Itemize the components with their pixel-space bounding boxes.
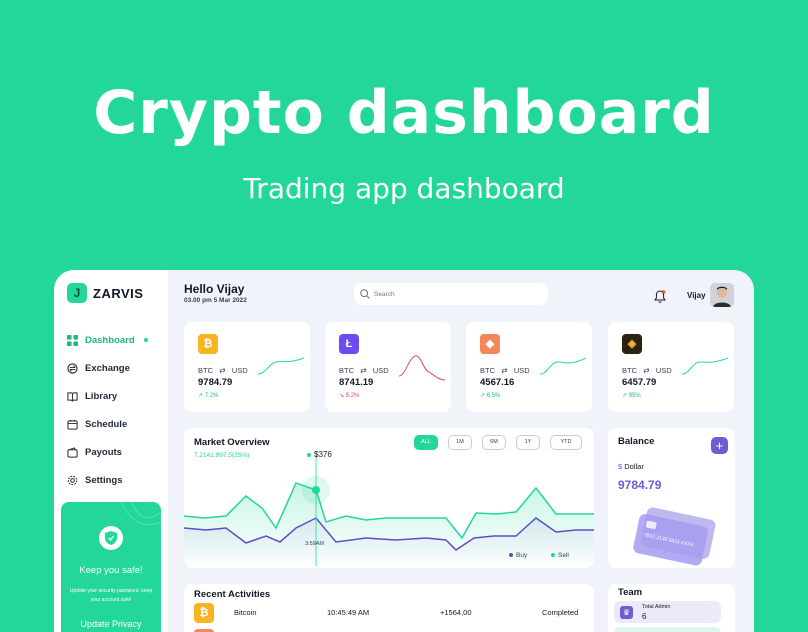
search-icon xyxy=(360,289,370,299)
bitcoin-icon: ₿ xyxy=(194,603,214,623)
sidebar-item-library[interactable]: Library xyxy=(67,382,148,410)
sidebar-nav: Dashboard Exchange Library Schedule Payo… xyxy=(67,326,148,494)
team-item-next xyxy=(614,627,721,632)
coin-card-1[interactable]: ₿ BTC ⇄ USD 9784.79 ↗ 7.2% xyxy=(184,322,310,412)
hero-subtitle: Trading app dashboard xyxy=(243,172,565,205)
recent-activities-panel: Recent Activities ₿ Bitcoin 10:45:49 AM … xyxy=(184,584,594,632)
avatar[interactable] xyxy=(710,283,734,307)
calendar-icon xyxy=(67,419,78,430)
logo-icon: J xyxy=(67,283,87,303)
binance-icon: ◈ xyxy=(622,334,642,354)
user-name: Vijay xyxy=(687,291,706,300)
main-content: Hello Vijay 03.00 pm 5 Mar 2022 Vijay ₿ … xyxy=(168,270,754,632)
bell-icon[interactable] xyxy=(654,290,666,303)
datetime: 03.00 pm 5 Mar 2022 xyxy=(184,297,247,304)
activity-amount: +1564,00 xyxy=(440,608,472,617)
sparkline xyxy=(540,357,586,375)
sidebar-item-label: Settings xyxy=(85,474,123,486)
change-badge: ↘ 5.2% xyxy=(339,393,360,399)
gear-icon xyxy=(67,475,78,485)
team-item-admin[interactable]: ♛ Total Admin 6 xyxy=(614,601,721,623)
table-row[interactable]: ₿ Bitcoin 10:45:49 AM +1564,00 Completed xyxy=(194,603,584,623)
sidebar-item-exchange[interactable]: Exchange xyxy=(67,354,148,382)
greeting: Hello Vijay xyxy=(184,282,245,296)
active-dot xyxy=(143,338,148,342)
coin-price: 4567.16 xyxy=(480,377,515,388)
tooltip-value: $376 xyxy=(314,450,332,459)
team-count: 6 xyxy=(642,612,647,621)
activity-status: Completed xyxy=(542,608,579,617)
sparkline xyxy=(399,355,445,381)
crown-icon: ♛ xyxy=(620,606,633,619)
hero-title: Crypto dashboard xyxy=(93,78,715,148)
pair-label: BTC ⇄ USD xyxy=(480,366,530,375)
ethereum-icon: ◆ xyxy=(480,334,500,354)
coin-price: 8741.19 xyxy=(339,377,374,388)
pair-label: BTC ⇄ USD xyxy=(622,366,672,375)
market-overview-panel: Market Overview 7.2141.997.5(25%) ALL 1M… xyxy=(184,428,594,568)
coin-card-2[interactable]: Ł BTC ⇄ USD 8741.19 ↘ 5.2% xyxy=(325,322,451,412)
pair-label: BTC ⇄ USD xyxy=(339,366,389,375)
legend-buy: Buy xyxy=(509,552,527,559)
pair-label: BTC ⇄ USD xyxy=(198,366,248,375)
safety-title: Keep you safe! xyxy=(79,565,143,576)
brand-name: ZARVIS xyxy=(93,285,144,301)
legend-sell: Sell xyxy=(551,552,569,559)
sidebar-item-label: Exchange xyxy=(85,362,130,374)
sidebar-item-payouts[interactable]: Payouts xyxy=(67,438,148,466)
safety-text: Update your security password, keep your… xyxy=(69,588,153,603)
activity-time: 10:45:49 AM xyxy=(327,608,370,617)
book-icon xyxy=(67,391,78,402)
sidebar-item-label: Library xyxy=(85,390,118,402)
team-title: Team xyxy=(618,587,643,598)
litecoin-icon: Ł xyxy=(339,334,359,354)
app-window: J ZARVIS Dashboard Exchange Library Sche… xyxy=(54,270,754,632)
tooltip-time: 3:59AM xyxy=(305,541,324,547)
change-badge: ↗ 6.5% xyxy=(480,393,501,399)
bitcoin-icon: ₿ xyxy=(198,334,218,354)
search-bar[interactable] xyxy=(354,283,548,305)
sidebar-item-settings[interactable]: Settings xyxy=(67,466,148,494)
team-role: Total Admin xyxy=(642,604,671,610)
search-input[interactable] xyxy=(374,290,534,298)
coin-price: 9784.79 xyxy=(198,377,233,388)
team-panel: Team ♛ Total Admin 6 xyxy=(608,584,735,632)
sidebar-item-label: Payouts xyxy=(85,446,122,458)
market-chart xyxy=(184,452,594,568)
sidebar: J ZARVIS Dashboard Exchange Library Sche… xyxy=(54,270,168,632)
logo[interactable]: J ZARVIS xyxy=(67,283,143,303)
sidebar-item-label: Schedule xyxy=(85,418,128,430)
change-badge: ↗ 7.2% xyxy=(198,393,219,399)
coin-price: 6457.79 xyxy=(622,377,657,388)
coin-card-4[interactable]: ◈ BTC ⇄ USD 6457.79 ↗ 95% xyxy=(608,322,734,412)
exchange-icon xyxy=(67,362,78,374)
sidebar-item-dashboard[interactable]: Dashboard xyxy=(67,326,148,354)
update-privacy-button[interactable]: Update Privacy xyxy=(61,619,161,629)
wallet-icon xyxy=(67,446,78,458)
coin-card-3[interactable]: ◆ BTC ⇄ USD 4567.16 ↗ 6.5% xyxy=(466,322,592,412)
activities-title: Recent Activities xyxy=(194,589,271,600)
sparkline xyxy=(682,357,728,375)
credit-cards-illustration: 7812 2139 0823 XXXX xyxy=(633,507,716,566)
change-badge: ↗ 95% xyxy=(622,393,641,399)
sidebar-item-schedule[interactable]: Schedule xyxy=(67,410,148,438)
shield-icon xyxy=(99,526,123,550)
sparkline xyxy=(258,357,304,375)
sidebar-item-label: Dashboard xyxy=(85,334,135,346)
activity-name: Bitcoin xyxy=(234,608,257,617)
grid-icon xyxy=(67,334,78,346)
balance-panel: Balance + $ Dollar 9784.79 7812 2139 082… xyxy=(608,428,735,568)
safety-card: Keep you safe! Update your security pass… xyxy=(61,502,161,632)
